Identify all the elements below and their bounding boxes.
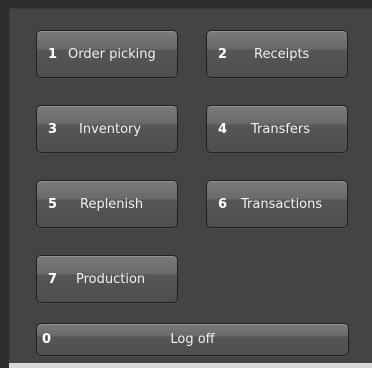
button-number: 6 (218, 196, 228, 212)
button-label: Transfers (251, 121, 311, 137)
button-label: Receipts (254, 46, 310, 62)
button-number: 4 (218, 121, 228, 137)
window-frame: 1 Order picking 2 Receipts 3 Inventory 4… (0, 0, 372, 368)
button-number: 2 (218, 46, 228, 62)
button-number: 5 (48, 196, 58, 212)
replenish-button[interactable]: 5 Replenish (36, 180, 178, 228)
transfers-button[interactable]: 4 Transfers (206, 105, 348, 153)
status-strip (9, 363, 372, 368)
transactions-button[interactable]: 6 Transactions (206, 180, 348, 228)
button-number: 7 (48, 271, 58, 287)
button-label: Replenish (80, 196, 144, 212)
button-number: 1 (48, 46, 58, 62)
inventory-button[interactable]: 3 Inventory (36, 105, 178, 153)
log-off-button[interactable]: 0 Log off (36, 323, 349, 356)
button-number: 3 (48, 121, 58, 137)
order-picking-button[interactable]: 1 Order picking (36, 30, 178, 78)
button-label: Transactions (241, 196, 323, 212)
receipts-button[interactable]: 2 Receipts (206, 30, 348, 78)
button-label: Production (76, 271, 146, 287)
button-label: Order picking (68, 46, 156, 62)
button-label: Log off (170, 332, 215, 347)
production-button[interactable]: 7 Production (36, 255, 178, 303)
button-label: Inventory (79, 121, 142, 137)
